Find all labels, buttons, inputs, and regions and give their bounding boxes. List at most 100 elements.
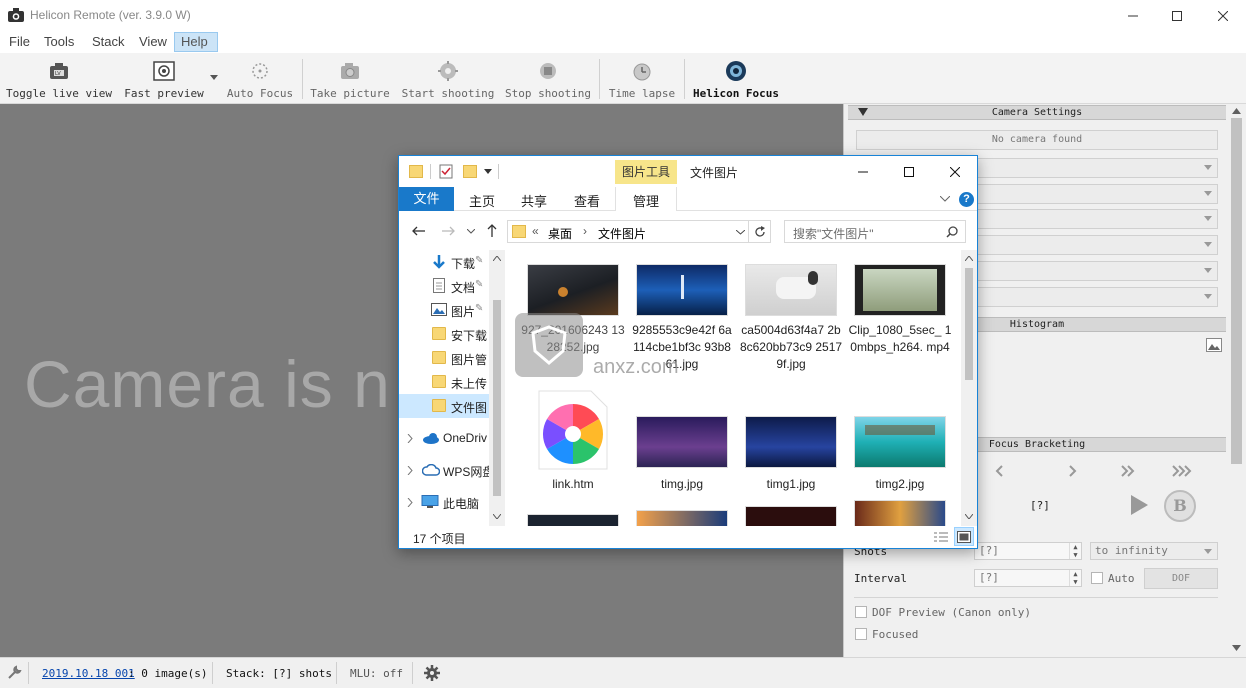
- scroll-up-icon[interactable]: [493, 256, 501, 261]
- tree-item-folder[interactable]: 未上传: [399, 370, 499, 394]
- search-box[interactable]: 搜索"文件图片": [784, 220, 966, 243]
- image-thumbnail[interactable]: [527, 514, 619, 526]
- maximize-button[interactable]: [1154, 0, 1200, 31]
- tab-view[interactable]: 查看: [574, 191, 600, 210]
- path-desktop[interactable]: 桌面: [548, 225, 572, 242]
- properties-icon[interactable]: [439, 164, 453, 179]
- tree-item-pictures[interactable]: 图片 ✎: [399, 298, 499, 322]
- helicon-focus-button[interactable]: Helicon Focus: [690, 53, 782, 103]
- step-forward-icon[interactable]: [1066, 465, 1078, 477]
- scroll-down-icon[interactable]: [493, 514, 501, 519]
- address-bar[interactable]: « 桌面 › 文件图片: [507, 220, 749, 243]
- explorer-maximize-button[interactable]: [886, 156, 932, 187]
- dof-preview-checkbox[interactable]: [855, 606, 867, 618]
- camera-settings-header[interactable]: Camera Settings: [848, 105, 1226, 120]
- take-picture-button[interactable]: Take picture: [308, 53, 392, 103]
- tree-item-selected-folder[interactable]: 文件图: [399, 394, 499, 418]
- shots-mode-select[interactable]: to infinity: [1090, 542, 1218, 560]
- quick-access-dropdown-icon[interactable]: [484, 169, 492, 175]
- tree-item-wps[interactable]: WPS网盘: [399, 458, 499, 482]
- interval-input[interactable]: [?] ▲ ▼: [974, 569, 1082, 587]
- menu-file[interactable]: File: [9, 34, 30, 49]
- tab-file[interactable]: 文件: [399, 187, 454, 211]
- step-back-icon[interactable]: [994, 465, 1006, 477]
- panel-scrollbar[interactable]: [1228, 104, 1245, 657]
- spinner-arrows-icon[interactable]: ▲ ▼: [1069, 570, 1081, 586]
- tab-manage[interactable]: 管理: [633, 191, 659, 210]
- tree-item-label: OneDriv: [443, 431, 488, 445]
- picture-tools-tab[interactable]: 图片工具: [615, 160, 677, 184]
- search-icon[interactable]: [946, 226, 958, 238]
- stop-shooting-button[interactable]: Stop shooting: [502, 53, 594, 103]
- scroll-down-icon[interactable]: [965, 514, 973, 519]
- wrench-icon[interactable]: [6, 665, 22, 681]
- step-forward-fast-icon[interactable]: [1120, 465, 1136, 477]
- shots-input[interactable]: [?] ▲ ▼: [974, 542, 1082, 560]
- image-thumbnail[interactable]: [745, 506, 837, 526]
- help-icon[interactable]: ?: [959, 192, 974, 207]
- auto-focus-button[interactable]: Auto Focus: [224, 53, 296, 103]
- tree-item-this-pc[interactable]: 此电脑: [399, 490, 499, 514]
- image-thumbnail[interactable]: [854, 500, 946, 526]
- close-button[interactable]: [1200, 0, 1246, 31]
- tree-item-folder[interactable]: 安下载: [399, 322, 499, 346]
- step-forward-fastest-icon[interactable]: [1172, 465, 1192, 477]
- session-date-link[interactable]: 2019.10.18 001: [42, 667, 135, 680]
- bracket-button[interactable]: B: [1164, 490, 1196, 522]
- details-view-icon[interactable]: [933, 530, 949, 544]
- scroll-thumb[interactable]: [1231, 118, 1242, 464]
- gear-icon[interactable]: [424, 665, 440, 681]
- back-arrow-icon[interactable]: [412, 226, 426, 236]
- forward-arrow-icon[interactable]: [441, 226, 455, 236]
- dof-button[interactable]: DOF: [1144, 568, 1218, 589]
- chevron-down-icon[interactable]: [736, 230, 745, 235]
- auto-checkbox[interactable]: [1091, 572, 1103, 584]
- scroll-down-icon[interactable]: [1232, 645, 1241, 651]
- expand-arrow-icon[interactable]: [407, 498, 413, 507]
- ribbon-expand-icon[interactable]: [940, 196, 950, 202]
- path-folder[interactable]: 文件图片: [598, 225, 646, 242]
- menu-tools[interactable]: Tools: [44, 34, 74, 49]
- camera-select[interactable]: No camera found: [856, 130, 1218, 150]
- menu-help[interactable]: Help: [181, 34, 208, 49]
- tab-home[interactable]: 主页: [469, 191, 495, 210]
- navigation-scrollbar[interactable]: [489, 250, 505, 526]
- fast-preview-button[interactable]: Fast preview: [118, 53, 210, 103]
- explorer-close-button[interactable]: [932, 156, 978, 187]
- tree-item-onedrive[interactable]: OneDriv: [399, 426, 499, 450]
- tree-item-documents[interactable]: 文档 ✎: [399, 274, 499, 298]
- expand-arrow-icon[interactable]: [407, 434, 413, 443]
- image-thumbnail[interactable]: [636, 510, 728, 526]
- image-thumbnail: [745, 264, 837, 316]
- tree-item-folder[interactable]: 图片管: [399, 346, 499, 370]
- toggle-live-view-button[interactable]: LV Toggle live view: [6, 53, 112, 103]
- minimize-button[interactable]: [1110, 0, 1156, 31]
- spinner-arrows-icon[interactable]: ▲ ▼: [1069, 543, 1081, 559]
- file-grid-scrollbar[interactable]: [961, 250, 977, 526]
- expand-arrow-icon[interactable]: [407, 466, 413, 475]
- menu-stack[interactable]: Stack: [92, 34, 125, 49]
- scroll-up-icon[interactable]: [965, 256, 973, 261]
- up-arrow-icon[interactable]: [487, 224, 497, 237]
- refresh-button[interactable]: [749, 220, 771, 243]
- menu-view[interactable]: View: [139, 34, 167, 49]
- image-thumbnail: [636, 416, 728, 468]
- play-icon[interactable]: [1129, 494, 1149, 516]
- large-icons-view-button[interactable]: [954, 527, 974, 546]
- path-overflow-chevron[interactable]: «: [532, 224, 539, 238]
- scroll-thumb[interactable]: [965, 268, 973, 380]
- scroll-thumb[interactable]: [493, 300, 501, 496]
- new-folder-icon[interactable]: [463, 165, 477, 178]
- start-shooting-label: Start shooting: [401, 87, 495, 100]
- explorer-minimize-button[interactable]: [840, 156, 886, 187]
- fast-preview-dropdown-arrow[interactable]: [210, 75, 218, 80]
- tree-item-downloads[interactable]: 下载 ✎: [399, 250, 499, 274]
- tab-share[interactable]: 共享: [521, 191, 547, 210]
- focused-checkbox[interactable]: [855, 628, 867, 640]
- start-shooting-button[interactable]: Start shooting: [400, 53, 496, 103]
- image-icon[interactable]: [1206, 338, 1222, 352]
- recent-locations-icon[interactable]: [467, 229, 475, 234]
- refresh-icon: [755, 226, 765, 237]
- time-lapse-button[interactable]: Time lapse: [606, 53, 678, 103]
- scroll-up-icon[interactable]: [1232, 108, 1241, 114]
